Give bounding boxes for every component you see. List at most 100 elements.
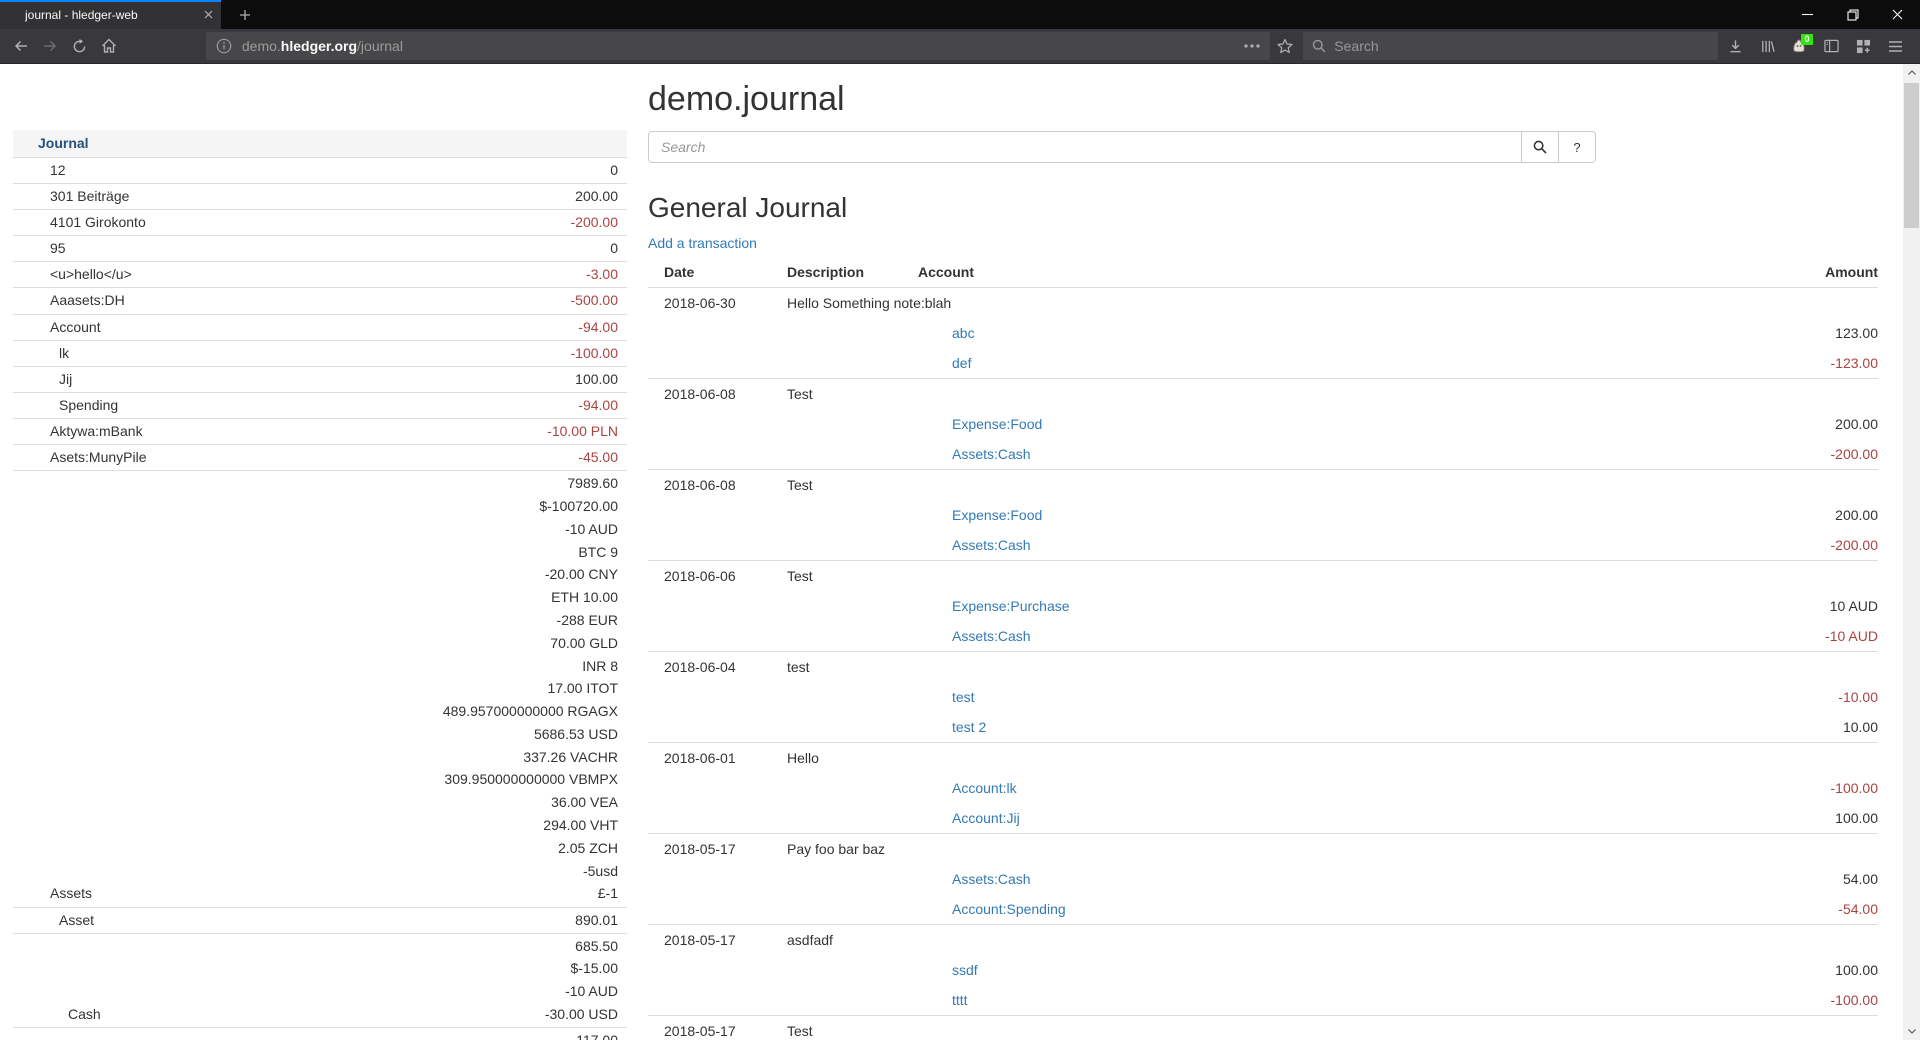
posting-account-link[interactable]: Assets:Cash <box>952 871 1031 887</box>
account-name[interactable]: 301 Beiträge <box>13 185 129 208</box>
balance-amount: ETH 10.00 <box>443 586 618 609</box>
posting-account-link[interactable]: Expense:Purchase <box>952 598 1070 614</box>
transaction-title-row[interactable]: 2018-06-04test <box>648 652 1878 682</box>
page-scrollbar[interactable] <box>1903 64 1920 1040</box>
posting-account-link[interactable]: Expense:Food <box>952 416 1042 432</box>
transaction-date: 2018-05-17 <box>648 1021 787 1040</box>
site-info-icon[interactable] <box>216 38 232 54</box>
account-row[interactable]: Spending-94.00 <box>13 393 627 419</box>
extension-icon[interactable]: 0 <box>1784 32 1814 60</box>
toolbar-search-field[interactable]: Search <box>1303 32 1718 60</box>
account-name[interactable]: 95 <box>13 237 66 260</box>
account-name[interactable]: Assets <box>13 882 92 905</box>
account-row[interactable]: -117.00 <box>13 1028 627 1040</box>
scroll-down-icon[interactable] <box>1903 1023 1920 1040</box>
transaction-title-row[interactable]: 2018-06-08Test <box>648 470 1878 500</box>
forward-button[interactable] <box>35 32 64 60</box>
bookmark-star-icon[interactable] <box>1270 32 1299 60</box>
account-balance: 0 <box>610 159 627 182</box>
account-row[interactable]: <u>hello</u>-3.00 <box>13 262 627 288</box>
account-name[interactable]: Asset <box>13 909 94 932</box>
posting-row: Account:lk-100.00 <box>648 773 1878 803</box>
transaction-title-row[interactable]: 2018-06-01Hello <box>648 743 1878 773</box>
menu-hamburger-icon[interactable] <box>1880 32 1910 60</box>
account-row[interactable]: 301 Beiträge200.00 <box>13 184 627 210</box>
window-controls <box>1785 0 1920 29</box>
tab-close-icon[interactable] <box>204 10 213 19</box>
search-help-button[interactable]: ? <box>1558 131 1596 163</box>
balance-amount: -10.00 PLN <box>547 420 618 443</box>
account-balance: -500.00 <box>571 289 627 312</box>
account-name[interactable]: Jij <box>13 368 72 391</box>
posting-account-link[interactable]: Assets:Cash <box>952 446 1031 462</box>
balance-amount: -500.00 <box>571 289 618 312</box>
back-button[interactable] <box>6 32 35 60</box>
posting-account-link[interactable]: Account:lk <box>952 780 1017 796</box>
posting-account-link[interactable]: def <box>952 355 971 371</box>
transaction-title-row[interactable]: 2018-05-17asdfadf <box>648 925 1878 955</box>
journal-search-input[interactable] <box>648 131 1522 163</box>
account-name[interactable]: 12 <box>13 159 66 182</box>
journal-search-button[interactable] <box>1521 131 1559 163</box>
account-name[interactable]: lk <box>13 342 69 365</box>
tiles-addon-icon[interactable] <box>1848 32 1878 60</box>
transaction-title-row[interactable]: 2018-06-30Hello Something note:blah <box>648 288 1878 318</box>
transaction-title-row[interactable]: 2018-05-17Pay foo bar baz <box>648 834 1878 864</box>
posting-account-link[interactable]: Account:Spending <box>952 901 1066 917</box>
account-row[interactable]: lk-100.00 <box>13 341 627 367</box>
account-row[interactable]: Aktywa:mBank -10.00 PLN <box>13 419 627 445</box>
downloads-icon[interactable] <box>1720 32 1750 60</box>
transaction-title-row[interactable]: 2018-06-08Test <box>648 379 1878 409</box>
accounts-sidebar: Journal 12 0301 Beiträge200.004101 Giroko… <box>13 64 627 1040</box>
account-row[interactable]: Cash685.50$-15.00-10 AUD-30.00 USD <box>13 934 627 1028</box>
balance-amount: -10 AUD <box>545 980 618 1003</box>
account-name[interactable]: Cash <box>13 1003 101 1026</box>
library-icon[interactable] <box>1752 32 1782 60</box>
sidebar-item-journal[interactable]: Journal <box>13 130 627 158</box>
url-bar[interactable]: demo.hledger.org/journal <box>206 32 1270 60</box>
posting-account-link[interactable]: Account:Jij <box>952 810 1020 826</box>
account-row[interactable]: Asset890.01 <box>13 908 627 934</box>
home-button[interactable] <box>94 32 123 60</box>
account-row[interactable]: Asets:MunyPile-45.00 <box>13 445 627 471</box>
posting-account-link[interactable]: Assets:Cash <box>952 628 1031 644</box>
posting-account-link[interactable]: ssdf <box>952 962 978 978</box>
scroll-up-icon[interactable] <box>1903 64 1920 81</box>
posting-account-link[interactable]: test 2 <box>952 719 986 735</box>
account-name[interactable]: 4101 Girokonto <box>13 211 146 234</box>
account-name[interactable]: Asets:MunyPile <box>13 446 146 469</box>
minimize-button[interactable] <box>1785 0 1830 29</box>
browser-toolbar: demo.hledger.org/journal Search 0 <box>0 29 1920 64</box>
account-row[interactable]: Jij100.00 <box>13 367 627 393</box>
posting-account-link[interactable]: test <box>952 689 975 705</box>
posting-account-link[interactable]: abc <box>952 325 975 341</box>
posting-account-link[interactable]: Expense:Food <box>952 507 1042 523</box>
transaction-block: 2018-06-06TestExpense:Purchase10 AUDAsse… <box>648 560 1878 651</box>
restore-button[interactable] <box>1830 0 1875 29</box>
account-name[interactable]: Aktywa:mBank <box>13 420 143 443</box>
close-button[interactable] <box>1875 0 1920 29</box>
browser-tab[interactable]: journal - hledger-web <box>0 0 221 29</box>
account-row[interactable]: 12 0 <box>13 158 627 184</box>
account-name[interactable]: Aaasets:DH <box>13 289 125 312</box>
add-transaction-link[interactable]: Add a transaction <box>648 235 757 251</box>
account-name[interactable]: Account <box>13 316 101 339</box>
sidebar-toggle-icon[interactable] <box>1816 32 1846 60</box>
account-row[interactable]: 4101 Girokonto-200.00 <box>13 210 627 236</box>
account-row[interactable]: Assets7989.60$-100720.00-10 AUDBTC 9-20.… <box>13 471 627 907</box>
account-name[interactable]: Spending <box>13 394 118 417</box>
transaction-title-row[interactable]: 2018-06-06Test <box>648 561 1878 591</box>
transaction-title-row[interactable]: 2018-05-17Test <box>648 1016 1878 1040</box>
posting-account-link[interactable]: tttt <box>952 992 968 1008</box>
journal-link[interactable]: Journal <box>38 135 89 151</box>
account-row[interactable]: Account-94.00 <box>13 315 627 341</box>
account-name[interactable]: <u>hello</u> <box>13 263 132 286</box>
page-actions-icon[interactable] <box>1244 44 1260 48</box>
account-row[interactable]: 950 <box>13 236 627 262</box>
posting-account-link[interactable]: Assets:Cash <box>952 537 1031 553</box>
scrollbar-thumb[interactable] <box>1904 83 1919 228</box>
account-row[interactable]: Aaasets:DH -500.00 <box>13 288 627 314</box>
new-tab-button[interactable] <box>230 0 260 29</box>
balance-amount: 36.00 VEA <box>443 791 618 814</box>
reload-button[interactable] <box>65 32 94 60</box>
